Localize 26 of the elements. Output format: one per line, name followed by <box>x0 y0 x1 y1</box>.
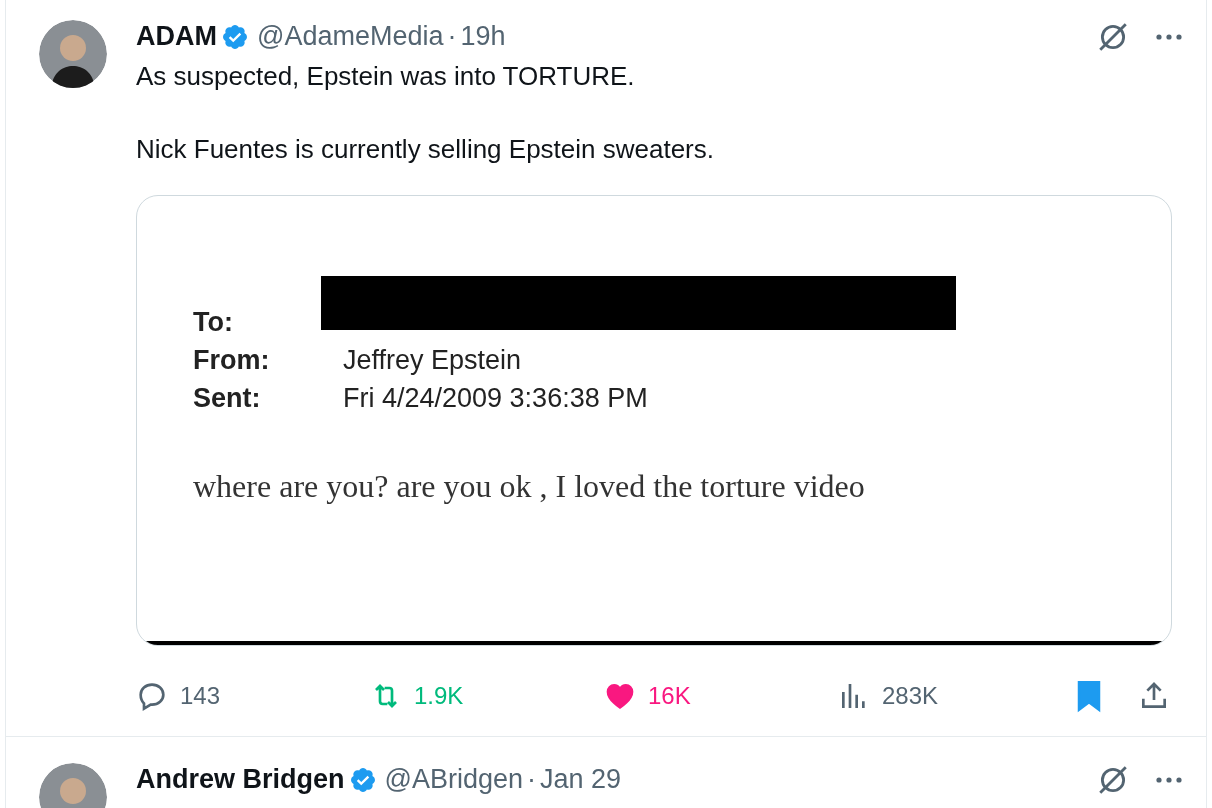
slashed-circle-icon[interactable] <box>1096 20 1130 54</box>
field-label: From: <box>193 344 271 377</box>
field-label: Sent: <box>193 382 262 415</box>
field-value: Jeffrey Epstein <box>343 344 523 377</box>
reply-icon <box>136 680 168 712</box>
document-image[interactable]: To: From: Jeffrey Epstein Sent: Fri 4/24/2009 3:36:38 PM where are you? are you ok , I loved the torture video <box>136 195 1172 646</box>
email-body: where are you? are you ok , I loved the torture video <box>193 467 866 506</box>
reply-button[interactable]: 143 <box>136 678 300 714</box>
post-time[interactable]: 19h <box>460 20 506 54</box>
views-button[interactable]: 283K <box>838 678 939 714</box>
author-name[interactable]: ADAM <box>136 20 217 54</box>
more-icon[interactable] <box>1154 32 1184 42</box>
field-label: To: <box>193 306 234 339</box>
author-handle[interactable]: @ABridgen <box>384 763 523 797</box>
post-time[interactable]: Jan 29 <box>540 763 622 797</box>
avatar[interactable] <box>39 20 107 88</box>
like-button[interactable]: 16K <box>604 678 768 714</box>
slashed-circle-icon[interactable] <box>1096 763 1130 797</box>
author-handle[interactable]: @AdameMedia <box>257 20 444 54</box>
author-name[interactable]: Andrew Bridgen <box>136 763 345 797</box>
separator-dot: · <box>447 20 457 54</box>
post-text: Nick Fuentes is currently selling Epstein sweaters. <box>136 132 715 165</box>
field-value: Fri 4/24/2009 3:36:38 PM <box>343 382 649 415</box>
separator-dot: · <box>527 763 536 797</box>
more-icon[interactable] <box>1154 775 1184 785</box>
post-text: As suspected, Epstein was into TORTURE. <box>136 60 636 93</box>
